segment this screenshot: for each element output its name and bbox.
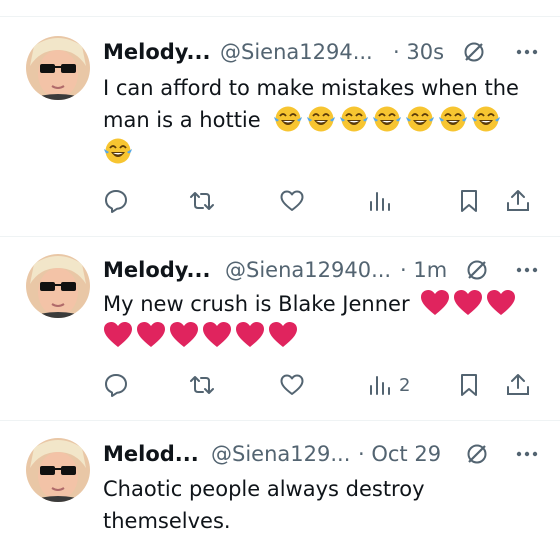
share-icon (507, 374, 529, 395)
laughing-crying-emoji (273, 105, 303, 133)
like-button[interactable] (279, 370, 305, 400)
laughing-crying-emoji (372, 105, 402, 133)
laughing-crying-emoji (438, 105, 468, 133)
reply-icon (105, 190, 127, 213)
red-heart-emoji (486, 289, 516, 317)
action-bar (103, 186, 533, 216)
red-heart-emoji (136, 321, 166, 349)
laughing-crying-emoji (471, 105, 501, 133)
more-icon[interactable] (514, 442, 540, 466)
timestamp[interactable]: · 30s (393, 37, 444, 67)
reply-button[interactable] (103, 370, 129, 400)
red-heart-emoji (453, 289, 483, 317)
red-heart-emoji (235, 321, 265, 349)
views-button[interactable] (367, 186, 399, 216)
retweet-icon (190, 192, 214, 210)
laughing-crying-emoji (103, 137, 133, 165)
views-icon (370, 192, 390, 211)
like-icon (280, 374, 304, 395)
reply-icon (105, 374, 127, 397)
grok-icon[interactable] (462, 40, 486, 64)
tweet-header: Melody... @Siena12940... · 1m (103, 255, 540, 285)
tweet-header: Melod... @Siena129... · Oct 29 (103, 439, 540, 469)
display-name[interactable]: Melod... (103, 439, 199, 469)
tweet-text-content: Chaotic people always destroy themselves… (103, 477, 425, 533)
action-bar: 2 (103, 370, 533, 400)
avatar[interactable] (26, 438, 90, 502)
red-heart-emoji (169, 321, 199, 349)
timestamp[interactable]: · 1m (400, 255, 447, 285)
grok-icon[interactable] (465, 258, 489, 282)
avatar-image (26, 438, 90, 502)
retweet-icon (190, 376, 214, 394)
red-heart-emoji (202, 321, 232, 349)
bookmark-button[interactable] (456, 186, 482, 216)
timestamp[interactable]: · Oct 29 (358, 439, 441, 469)
share-icon (507, 190, 529, 211)
reply-button[interactable] (103, 186, 129, 216)
bookmark-icon (461, 374, 477, 396)
more-icon[interactable] (514, 258, 540, 282)
red-heart-emoji (268, 321, 298, 349)
views-icon (370, 376, 390, 395)
laughing-crying-emoji (339, 105, 369, 133)
user-handle[interactable]: @Siena1294... (220, 37, 373, 67)
bookmark-icon (461, 190, 477, 212)
avatar-image (26, 254, 90, 318)
tweet-3[interactable]: Melod... @Siena129... · Oct 29 Chaotic p… (0, 421, 560, 560)
tweet-text-content: My new crush is Blake Jenner (103, 292, 410, 316)
retweet-button[interactable] (189, 186, 215, 216)
user-handle[interactable]: @Siena12940... (225, 255, 391, 285)
views-button[interactable]: 2 (367, 370, 410, 400)
display-name[interactable]: Melody... (103, 37, 211, 67)
red-heart-emoji (420, 289, 450, 317)
laughing-crying-emoji (306, 105, 336, 133)
tweet-1[interactable]: Melody... @Siena1294... · 30s I can affo… (0, 0, 560, 238)
tweet-text: I can afford to make mistakes when the m… (103, 72, 533, 168)
red-heart-emoji (103, 321, 133, 349)
avatar[interactable] (26, 254, 90, 318)
more-icon[interactable] (514, 40, 540, 64)
laughing-crying-emoji (405, 105, 435, 133)
share-button[interactable] (505, 370, 531, 400)
views-count: 2 (399, 374, 411, 396)
tweet-2[interactable]: Melody... @Siena12940... · 1m My new cru… (0, 237, 560, 420)
avatar[interactable] (26, 36, 90, 100)
like-button[interactable] (279, 186, 305, 216)
user-handle[interactable]: @Siena129... (211, 439, 350, 469)
tweet-header: Melody... @Siena1294... · 30s (103, 37, 540, 67)
grok-icon[interactable] (465, 442, 489, 466)
display-name[interactable]: Melody... (103, 255, 211, 285)
bookmark-button[interactable] (456, 370, 482, 400)
avatar-image (26, 36, 90, 100)
tweet-text: My new crush is Blake Jenner (103, 288, 533, 352)
share-button[interactable] (505, 186, 531, 216)
tweet-text: Chaotic people always destroy themselves… (103, 473, 463, 537)
like-icon (280, 190, 304, 211)
retweet-button[interactable] (189, 370, 215, 400)
